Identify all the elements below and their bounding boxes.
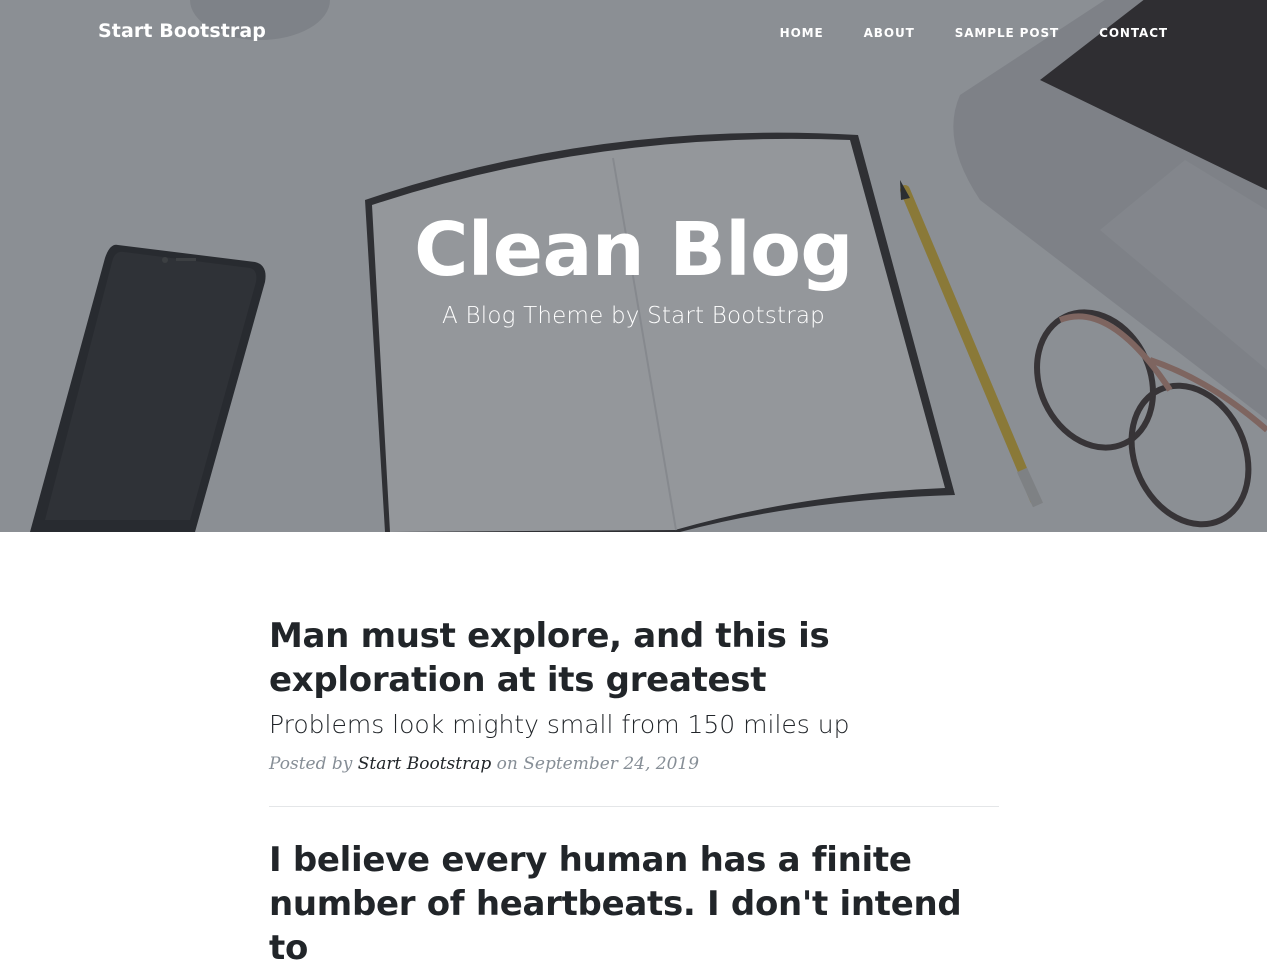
post-divider <box>269 806 999 807</box>
page-scrollbar[interactable] <box>1267 0 1284 931</box>
nav-about-link[interactable]: About <box>824 26 915 40</box>
post-preview: I believe every human has a finite numbe… <box>269 838 999 970</box>
post-meta-on: on <box>496 754 518 774</box>
main-navbar: Start Bootstrap Home About Sample Post C… <box>0 0 1267 68</box>
nav-contact-link[interactable]: Contact <box>1059 26 1168 40</box>
post-list: Man must explore, and this is exploratio… <box>269 614 999 970</box>
site-heading: Clean Blog A Blog Theme by Start Bootstr… <box>0 202 1267 332</box>
post-preview: Man must explore, and this is exploratio… <box>269 614 999 776</box>
post-subtitle[interactable]: Problems look mighty small from 150 mile… <box>269 707 999 743</box>
nav-sample-post-link[interactable]: Sample Post <box>915 26 1059 40</box>
site-subtitle: A Blog Theme by Start Bootstrap <box>442 303 825 329</box>
post-author-link[interactable]: Start Bootstrap <box>358 754 491 774</box>
nav-home-link[interactable]: Home <box>740 26 824 40</box>
masthead: Start Bootstrap Home About Sample Post C… <box>0 0 1267 532</box>
post-title[interactable]: Man must explore, and this is exploratio… <box>269 614 999 702</box>
post-link[interactable]: I believe every human has a finite numbe… <box>269 838 999 970</box>
nav-links: Home About Sample Post Contact <box>740 26 1168 40</box>
post-title[interactable]: I believe every human has a finite numbe… <box>269 838 999 970</box>
post-date: September 24, 2019 <box>523 754 700 774</box>
post-meta-prefix: Posted by <box>269 754 353 774</box>
site-title: Clean Blog <box>414 207 853 293</box>
post-meta: Posted by Start Bootstrap on September 2… <box>269 752 999 776</box>
post-link[interactable]: Man must explore, and this is exploratio… <box>269 614 999 743</box>
brand-link[interactable]: Start Bootstrap <box>98 20 266 42</box>
